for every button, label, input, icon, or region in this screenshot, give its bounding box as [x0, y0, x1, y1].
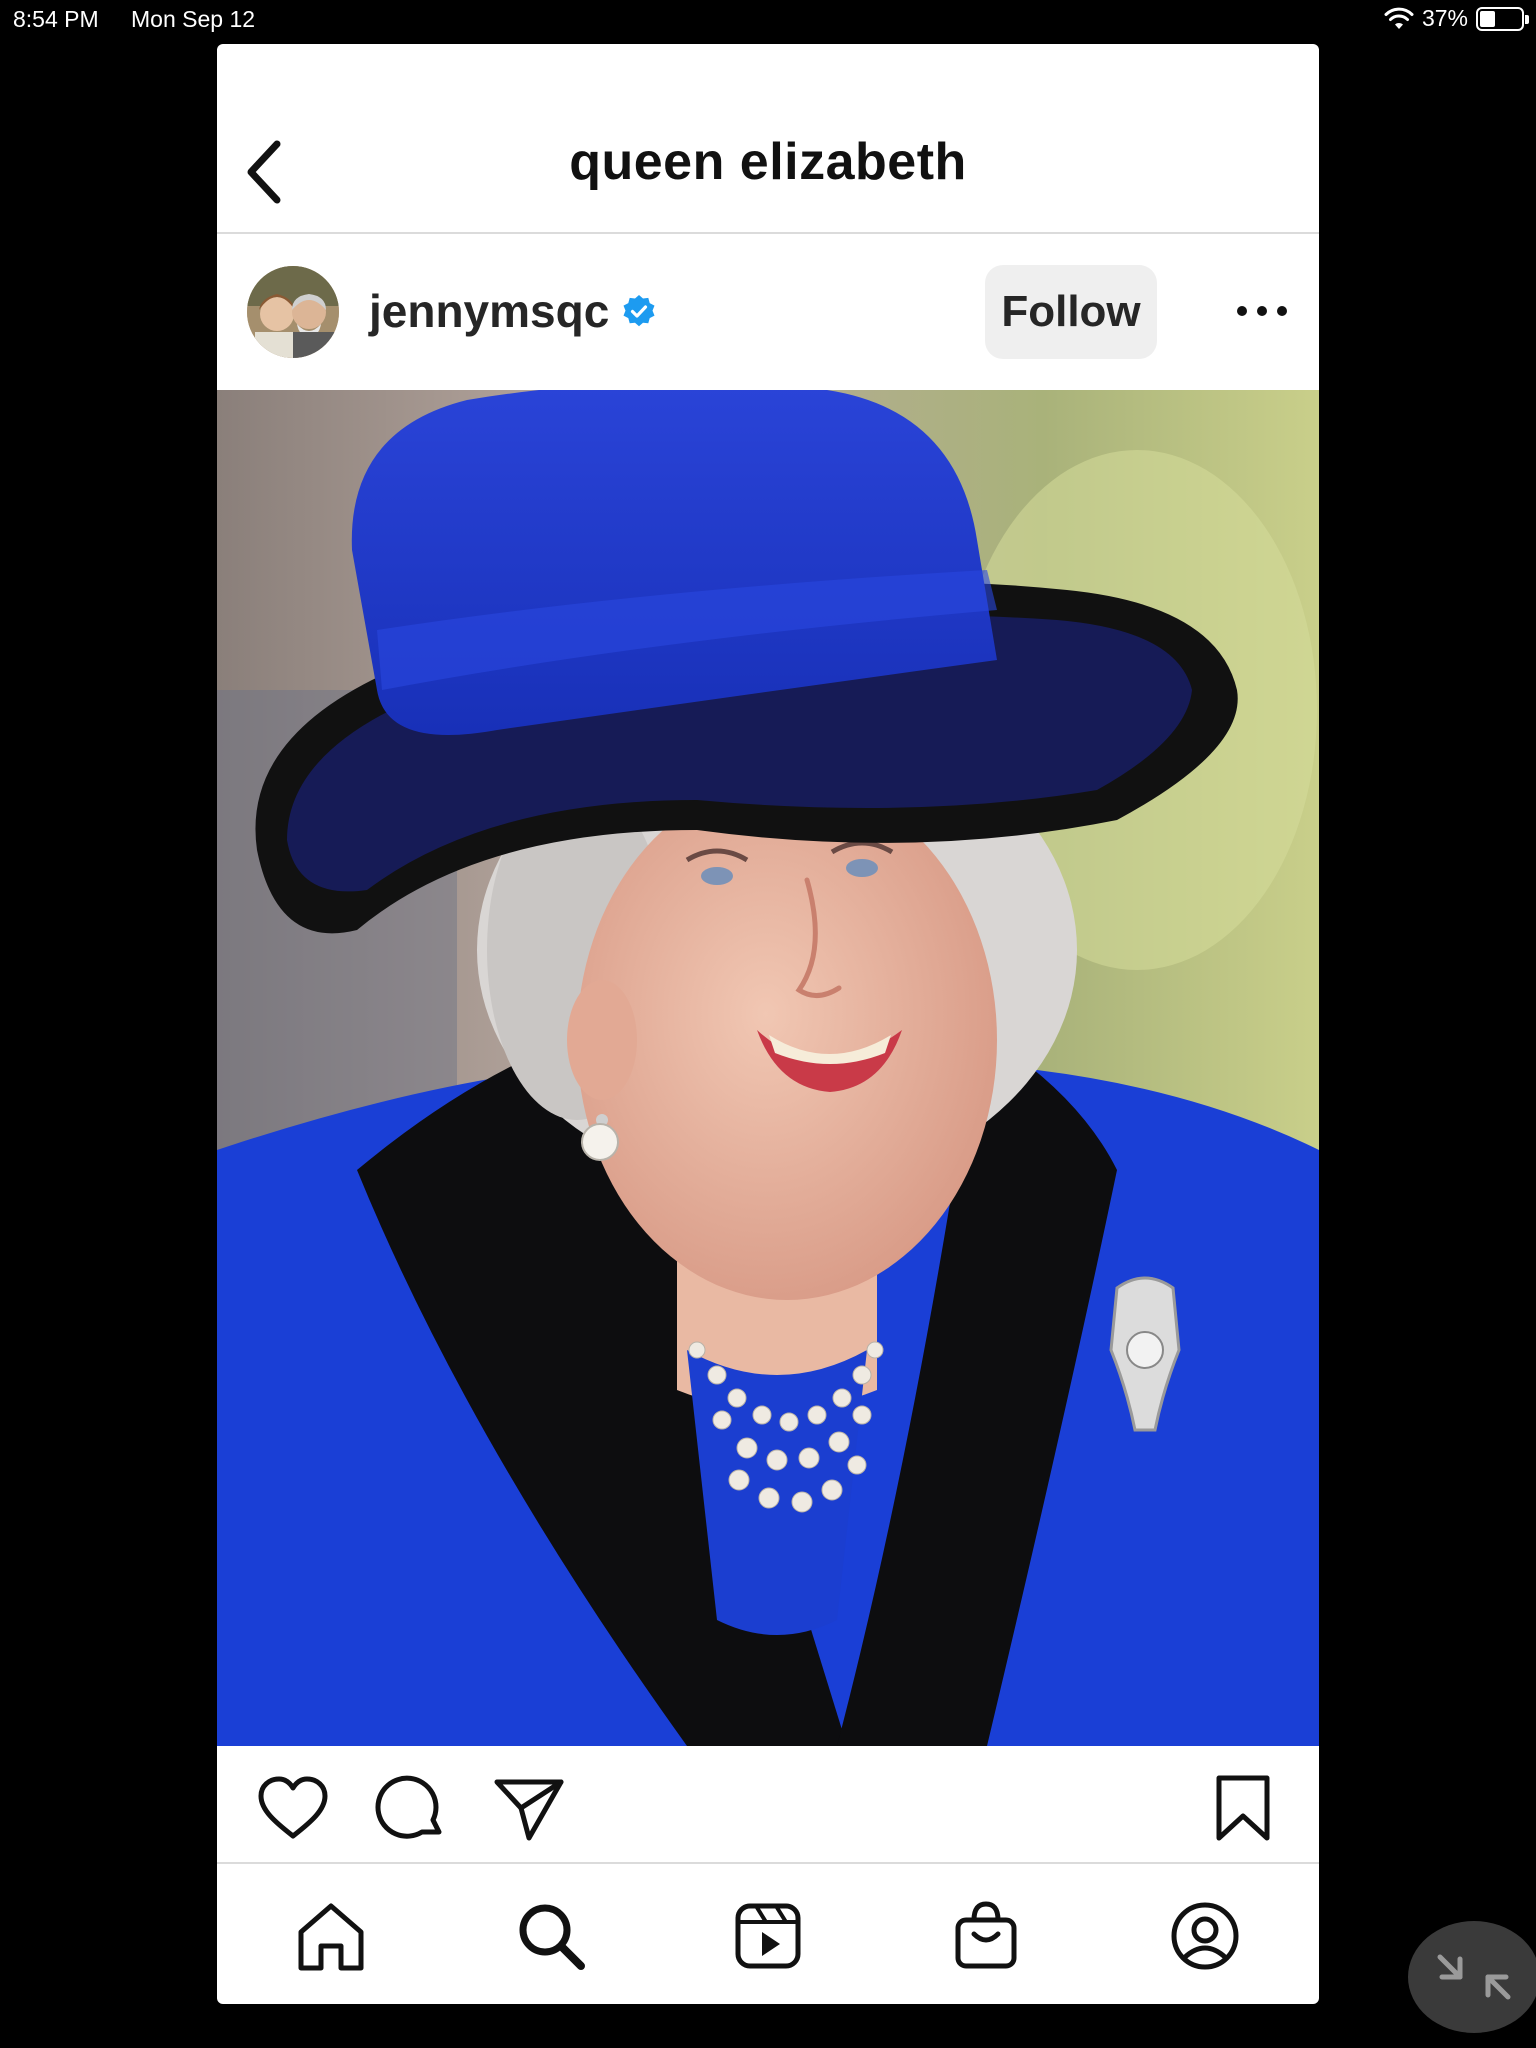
status-time: 8:54 PM	[13, 6, 99, 32]
search-icon	[519, 1904, 585, 1970]
battery-level	[1480, 10, 1495, 27]
tab-shop[interactable]	[948, 1898, 1024, 1974]
collapse-window-button[interactable]	[1408, 1921, 1536, 2033]
bottom-tab-bar	[217, 1862, 1319, 2004]
avatar[interactable]	[247, 266, 339, 358]
avatar-photo	[247, 266, 339, 358]
share-button[interactable]	[491, 1774, 567, 1844]
post-photo-illustration	[217, 390, 1319, 1746]
home-icon	[298, 1903, 364, 1971]
tab-search[interactable]	[513, 1898, 589, 1974]
username[interactable]: jennymsqc	[369, 284, 609, 338]
like-button[interactable]	[255, 1774, 331, 1844]
post-action-bar	[217, 1746, 1319, 1862]
post-photo[interactable]	[217, 390, 1319, 1746]
status-indicators: 37%	[1384, 5, 1529, 32]
more-options-button[interactable]	[1227, 286, 1297, 336]
battery-percent: 37%	[1421, 5, 1468, 31]
verified-badge-icon	[623, 295, 655, 327]
save-button[interactable]	[1205, 1774, 1281, 1844]
profile-icon	[1171, 1902, 1239, 1970]
tab-profile[interactable]	[1167, 1898, 1243, 1974]
comment-icon	[375, 1775, 442, 1839]
minimize-icon	[1437, 1954, 1511, 2000]
comment-button[interactable]	[373, 1774, 449, 1844]
wifi-icon	[1384, 7, 1414, 29]
post-header: jennymsqc Follow	[217, 234, 1319, 390]
instagram-app: queen elizabeth jennymsqc Follow	[217, 44, 1319, 2004]
status-date: Mon Sep 12	[131, 6, 256, 32]
header: queen elizabeth	[217, 44, 1319, 234]
tab-home[interactable]	[293, 1898, 369, 1974]
shop-icon	[955, 1901, 1017, 1969]
heart-icon	[258, 1776, 328, 1839]
page-title: queen elizabeth	[569, 133, 967, 191]
follow-button[interactable]: Follow	[985, 265, 1157, 359]
bookmark-icon	[1216, 1775, 1270, 1841]
reels-icon	[735, 1903, 801, 1969]
send-icon	[494, 1779, 564, 1841]
status-bar: 8:54 PM Mon Sep 12 37%	[0, 0, 1536, 40]
tab-reels[interactable]	[730, 1898, 806, 1974]
battery-icon	[1476, 6, 1529, 31]
more-horizontal-icon	[1237, 306, 1287, 316]
